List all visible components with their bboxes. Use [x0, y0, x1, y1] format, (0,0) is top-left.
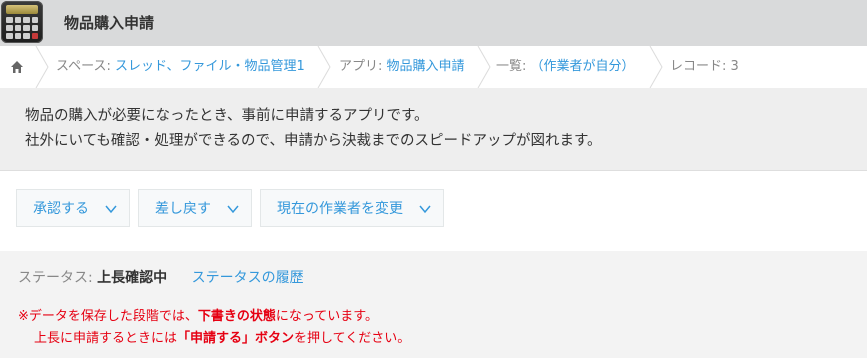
breadcrumb-space-link[interactable]: スレッド、ファイル・物品管理1	[115, 59, 305, 74]
breadcrumb-separator	[317, 46, 331, 88]
breadcrumb-list: 一覧: （作業者が自分）	[496, 46, 635, 88]
notice-line-2: 上長に申請するときには「申請する」ボタンを押してください。	[34, 327, 410, 346]
send-back-button[interactable]: 差し戻す	[138, 189, 252, 227]
status-history-link[interactable]: ステータスの履歴	[192, 270, 304, 286]
breadcrumb-separator	[649, 46, 663, 88]
breadcrumb-separator	[477, 46, 491, 88]
status-area: ステータス: 上長確認中 ステータスの履歴 ※データを保存した段階では、下書きの…	[0, 251, 867, 358]
breadcrumb-space: スペース: スレッド、ファイル・物品管理1	[56, 46, 305, 88]
process-actions: 承認する 差し戻す 現在の作業者を変更	[0, 171, 867, 251]
breadcrumb-app: アプリ: 物品購入申請	[339, 46, 465, 88]
status-value: 上長確認中	[97, 270, 168, 286]
breadcrumb-list-label: 一覧:	[496, 59, 527, 74]
app-description: 物品の購入が必要になったとき、事前に申請するアプリです。 社外にいても確認・処理…	[0, 88, 867, 171]
notice-line-2-prefix: 上長に申請するときには	[34, 331, 178, 346]
breadcrumb-separator	[35, 46, 49, 88]
description-line-1: 物品の購入が必要になったとき、事前に申請するアプリです。	[25, 108, 429, 124]
send-back-button-label: 差し戻す	[155, 201, 211, 217]
breadcrumb: スペース: スレッド、ファイル・物品管理1 アプリ: 物品購入申請 一覧: （作…	[0, 46, 867, 89]
approve-button[interactable]: 承認する	[16, 189, 130, 227]
calculator-icon	[1, 1, 43, 43]
home-icon[interactable]	[10, 60, 24, 74]
description-line-2: 社外にいても確認・処理ができるので、申請から決裁までのスピードアップが図れます。	[25, 133, 602, 149]
approve-button-label: 承認する	[33, 201, 89, 217]
notice-line-1-prefix: ※データを保存した段階では、	[18, 309, 198, 324]
notice-line-2-bold: 「申請する」ボタン	[177, 331, 295, 346]
chevron-down-icon	[419, 205, 431, 214]
app-title: 物品購入申請	[64, 14, 155, 32]
status-label: ステータス:	[18, 270, 93, 286]
breadcrumb-space-label: スペース:	[56, 59, 111, 74]
notice-line-2-suffix: を押してください。	[294, 331, 411, 346]
change-assignee-button[interactable]: 現在の作業者を変更	[260, 189, 444, 227]
status-line: ステータス: 上長確認中 ステータスの履歴	[18, 267, 304, 287]
notice-line-1-suffix: になっています。	[275, 309, 378, 324]
notice-line-1: ※データを保存した段階では、下書きの状態になっています。	[18, 305, 378, 324]
breadcrumb-record: レコード: 3	[670, 59, 739, 74]
app-header: 物品購入申請	[0, 0, 867, 46]
chevron-down-icon	[227, 205, 239, 214]
notice-line-1-bold: 下書きの状態	[197, 309, 276, 324]
breadcrumb-list-link[interactable]: （作業者が自分）	[531, 59, 635, 74]
breadcrumb-app-label: アプリ:	[339, 59, 383, 74]
change-assignee-button-label: 現在の作業者を変更	[277, 201, 403, 217]
breadcrumb-app-link[interactable]: 物品購入申請	[387, 59, 465, 74]
chevron-down-icon	[105, 205, 117, 214]
